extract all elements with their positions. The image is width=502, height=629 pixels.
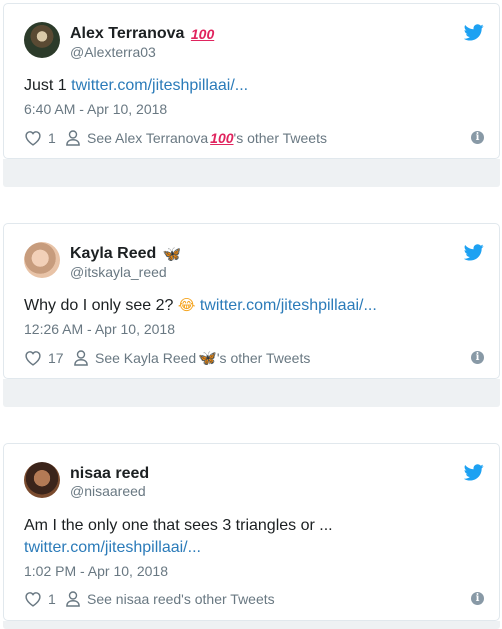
author-handle[interactable]: @Alexterra03: [70, 44, 214, 61]
info-icon[interactable]: i: [471, 351, 484, 364]
tweet-timestamp[interactable]: 6:40 AM - Apr 10, 2018: [24, 101, 167, 117]
tweet-text: Why do I only see 2? 😂 twitter.com/jites…: [24, 295, 484, 317]
tweet-header: Kayla Reed 🦋 @itskayla_reed: [24, 242, 484, 280]
hundred-points-emoji: 100: [210, 130, 234, 146]
author-names[interactable]: Kayla Reed 🦋 @itskayla_reed: [70, 244, 181, 281]
tweet-card-2: Kayla Reed 🦋 @itskayla_reed Why do I onl…: [3, 223, 500, 379]
person-icon: [66, 130, 80, 146]
heart-icon: [25, 131, 41, 146]
see-other-tweets-link[interactable]: See nisaa reed's other Tweets: [66, 589, 275, 609]
tweet-card-1: Alex Terranova 100 @Alexterra03 Just 1 t…: [3, 3, 500, 159]
tweet-timestamp[interactable]: 1:02 PM - Apr 10, 2018: [24, 563, 168, 579]
tweet-text: Just 1 twitter.com/jiteshpillaai/...: [24, 77, 249, 94]
separator: [3, 621, 500, 629]
separator: [3, 159, 500, 187]
tweet-card-3: nisaa reed @nisaareed Am I the only one …: [3, 443, 500, 621]
like-button[interactable]: 1: [24, 128, 56, 148]
author-display-name[interactable]: Kayla Reed 🦋: [70, 244, 181, 264]
tweet-timestamp[interactable]: 12:26 AM - Apr 10, 2018: [24, 321, 175, 337]
author-handle[interactable]: @nisaareed: [70, 483, 149, 500]
separator: [3, 379, 500, 407]
tweet-link[interactable]: twitter.com/jiteshpillaai/...: [24, 537, 484, 559]
info-icon[interactable]: i: [471, 131, 484, 144]
avatar[interactable]: [24, 22, 60, 58]
like-button[interactable]: 1: [24, 589, 56, 609]
tweet-actions: 1 See Alex Terranova 100's other Tweets …: [24, 128, 484, 148]
like-button[interactable]: 17: [24, 348, 64, 368]
face-with-tears-of-joy-emoji: 😂: [177, 297, 196, 314]
tweet-header: Alex Terranova 100 @Alexterra03: [24, 22, 484, 60]
like-count: 17: [48, 350, 64, 366]
author-names[interactable]: nisaa reed @nisaareed: [70, 464, 149, 500]
info-icon[interactable]: i: [471, 592, 484, 605]
author-display-name[interactable]: nisaa reed: [70, 464, 149, 483]
see-other-tweets-link[interactable]: See Kayla Reed 🦋's other Tweets: [74, 348, 310, 368]
avatar[interactable]: [24, 242, 60, 278]
tweet-actions: 17 See Kayla Reed 🦋's other Tweets i: [24, 348, 484, 368]
like-count: 1: [48, 591, 56, 607]
like-count: 1: [48, 130, 56, 146]
twitter-bird-icon[interactable]: [464, 464, 484, 481]
heart-icon: [25, 592, 41, 607]
butterfly-emoji: 🦋: [198, 350, 217, 367]
person-icon: [66, 591, 80, 607]
author-handle[interactable]: @itskayla_reed: [70, 264, 181, 281]
tweet-text: Am I the only one that sees 3 triangles …: [24, 515, 484, 559]
twitter-bird-icon[interactable]: [464, 244, 484, 261]
see-other-tweets-link[interactable]: See Alex Terranova 100's other Tweets: [66, 128, 327, 148]
person-icon: [74, 350, 88, 366]
tweet-link[interactable]: twitter.com/jiteshpillaai/...: [200, 297, 377, 314]
tweet-actions: 1 See nisaa reed's other Tweets i: [24, 589, 484, 609]
hundred-points-emoji: 100: [190, 26, 215, 42]
twitter-bird-icon[interactable]: [464, 24, 484, 41]
author-names[interactable]: Alex Terranova 100 @Alexterra03: [70, 24, 214, 61]
tweet-link[interactable]: twitter.com/jiteshpillaai/...: [71, 77, 248, 94]
heart-icon: [25, 351, 41, 366]
butterfly-emoji: 🦋: [162, 246, 182, 263]
avatar[interactable]: [24, 462, 60, 498]
tweet-header: nisaa reed @nisaareed: [24, 462, 484, 500]
author-display-name[interactable]: Alex Terranova 100: [70, 24, 214, 44]
